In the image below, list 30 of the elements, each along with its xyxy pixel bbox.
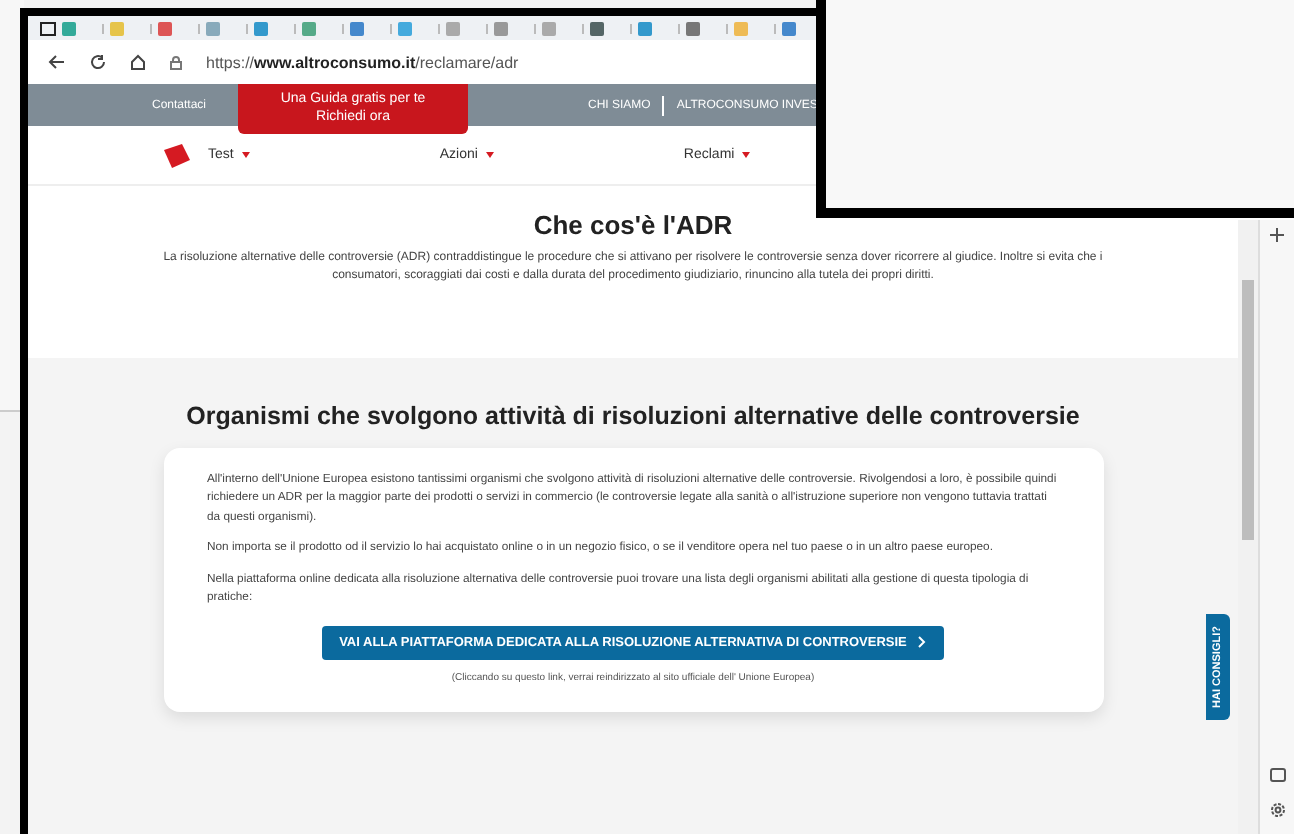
caret-icon bbox=[485, 152, 494, 158]
lock-icon bbox=[170, 55, 182, 69]
section-heading: Organismi che svolgono attività di risoluzioni alternative delle controversie bbox=[186, 402, 1080, 430]
tab-favicon-icon[interactable] bbox=[590, 21, 604, 35]
tab-favicon-icon[interactable] bbox=[398, 21, 412, 35]
reload-icon[interactable] bbox=[90, 54, 106, 70]
tab-favicon-icon[interactable] bbox=[254, 21, 268, 35]
logo-icon bbox=[160, 141, 192, 169]
scrollbar-thumb[interactable] bbox=[1242, 280, 1254, 540]
tab-favicon-icon[interactable] bbox=[206, 21, 220, 35]
tab-favicon-icon[interactable] bbox=[62, 21, 76, 35]
scrollbar[interactable] bbox=[1238, 220, 1258, 834]
tab-favicon-icon[interactable] bbox=[686, 21, 700, 35]
caret-icon bbox=[742, 152, 751, 158]
tab-favicon-icon[interactable] bbox=[350, 21, 364, 35]
window-icon bbox=[40, 21, 56, 35]
tab-favicon-icon[interactable] bbox=[782, 21, 796, 35]
address-bar[interactable]: https://www.altroconsumo.it/reclamare/adr bbox=[206, 53, 519, 71]
section-heading: Che cos'è l'ADR bbox=[533, 210, 733, 240]
tab-favicon-icon[interactable] bbox=[494, 21, 508, 35]
chevron-right-icon bbox=[918, 636, 927, 649]
plus-icon[interactable] bbox=[1270, 228, 1284, 242]
tab-favicon-icon[interactable] bbox=[638, 21, 652, 35]
settings-icon[interactable] bbox=[1269, 802, 1285, 818]
back-icon[interactable] bbox=[48, 54, 66, 70]
panel-icon[interactable] bbox=[1269, 768, 1285, 782]
tab-favicon-icon[interactable] bbox=[158, 21, 172, 35]
home-icon[interactable] bbox=[130, 54, 146, 70]
caret-icon bbox=[241, 152, 250, 158]
tab-favicon-icon[interactable] bbox=[302, 21, 316, 35]
